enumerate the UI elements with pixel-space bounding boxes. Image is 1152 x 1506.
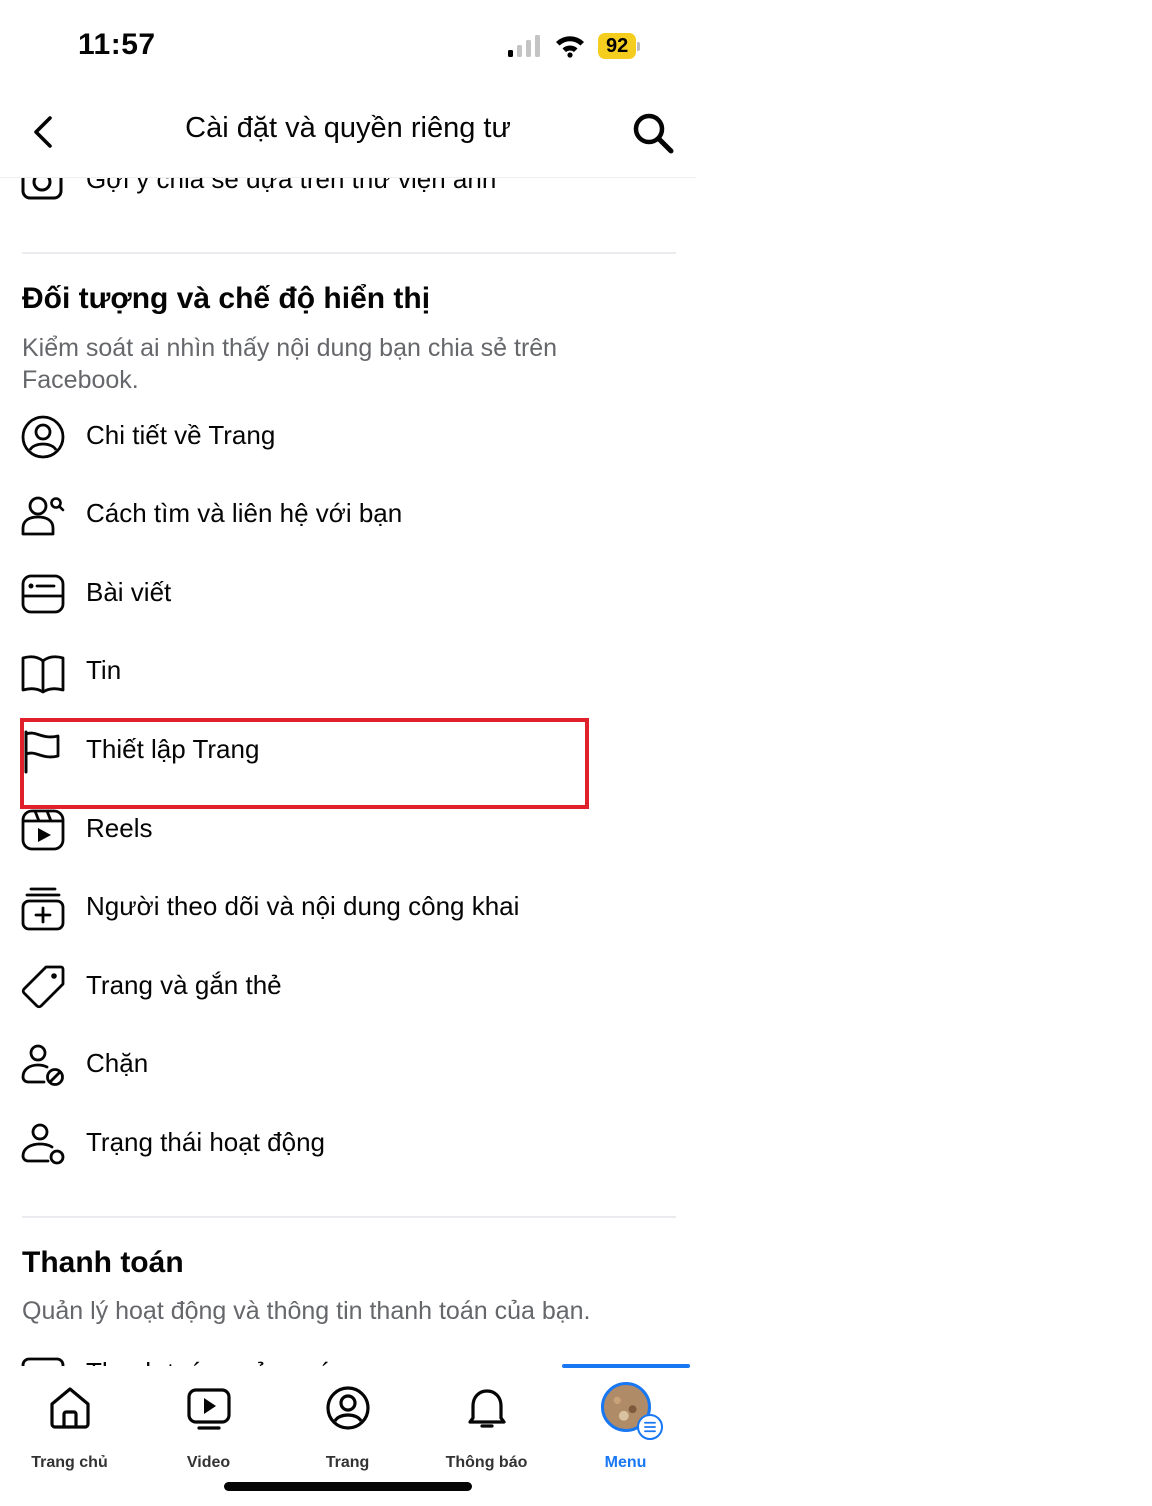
status-bar: 11:57 92 xyxy=(0,0,696,90)
settings-item-page-details[interactable]: Chi tiết về Trang xyxy=(0,400,696,470)
tab-label: Trang xyxy=(325,1454,370,1471)
status-icons: 92 xyxy=(506,30,641,62)
settings-item-active-status[interactable]: Trạng thái hoạt động xyxy=(0,1107,696,1177)
tab-label: Thông báo xyxy=(445,1454,528,1471)
settings-item-stories[interactable]: Tin xyxy=(0,635,696,705)
tab-video[interactable]: Video xyxy=(139,1380,278,1480)
settings-item-label: Chi tiết về Trang xyxy=(86,420,276,450)
settings-item-find-contact[interactable]: Cách tìm và liên hệ với bạn xyxy=(0,478,696,548)
status-time: 11:57 xyxy=(78,28,156,61)
navigation-bar: Cài đặt và quyền riêng tư xyxy=(0,90,696,178)
section-description: Kiểm soát ai nhìn thấy nội dung bạn chia… xyxy=(22,334,558,394)
tag-icon xyxy=(21,965,65,1009)
home-indicator[interactable] xyxy=(224,1482,472,1491)
battery-tip xyxy=(637,41,641,51)
settings-item-blocking[interactable]: Chặn xyxy=(0,1028,696,1098)
cellular-signal-icon xyxy=(508,35,540,57)
profile-icon xyxy=(326,1386,370,1430)
settings-item-label: Bài viết xyxy=(86,577,172,607)
settings-item-posts[interactable]: Bài viết xyxy=(0,557,696,627)
settings-item-label: Reels xyxy=(86,813,153,843)
video-icon xyxy=(187,1388,231,1430)
book-icon xyxy=(21,655,65,694)
tab-label: Trang chủ xyxy=(31,1454,108,1471)
page-title: Cài đặt và quyền riêng tư xyxy=(185,112,511,144)
settings-item-label: Cách tìm và liên hệ với bạn xyxy=(86,498,403,528)
battery-indicator: 92 xyxy=(598,33,641,59)
menu-lines-icon xyxy=(637,1414,663,1440)
settings-item-label: Trang và gắn thẻ xyxy=(86,970,282,1000)
post-card-icon xyxy=(21,574,65,614)
add-card-icon xyxy=(21,887,65,931)
home-icon xyxy=(50,1387,90,1429)
tab-home[interactable]: Trang chủ xyxy=(0,1380,139,1480)
tab-label: Menu xyxy=(604,1454,647,1471)
wifi-icon xyxy=(556,36,584,58)
section-title: Đối tượng và chế độ hiển thị xyxy=(22,282,431,315)
settings-item-label: Tin xyxy=(86,655,122,685)
section-description: Quản lý hoạt động và thông tin thanh toá… xyxy=(22,1297,591,1325)
section-divider xyxy=(22,1216,676,1218)
settings-item-followers[interactable]: Người theo dõi và nội dung công khai xyxy=(0,871,696,941)
tab-notifications[interactable]: Thông báo xyxy=(417,1380,556,1480)
settings-item-label: Trạng thái hoạt động xyxy=(86,1127,325,1157)
reels-icon xyxy=(21,809,65,851)
tab-label: Video xyxy=(186,1454,231,1471)
battery-level: 92 xyxy=(598,33,637,59)
phone-screen: 11:57 92 Cài đặt và quyền riêng tư Gợi ý… xyxy=(0,0,696,1506)
block-person-icon xyxy=(21,1044,64,1086)
settings-item-ad-payments[interactable]: Thanh toán quảng cáo xyxy=(0,1337,696,1366)
active-tab-indicator xyxy=(562,1364,690,1368)
section-title: Thanh toán xyxy=(22,1246,184,1279)
settings-item-label: Chặn xyxy=(86,1048,149,1078)
highlight-annotation xyxy=(20,718,589,809)
person-search-icon xyxy=(21,496,65,536)
tab-pages[interactable]: Trang xyxy=(278,1380,417,1480)
tab-menu[interactable]: Menu xyxy=(556,1380,695,1480)
settings-item-label: Thanh toán quảng cáo xyxy=(86,1357,346,1366)
bell-icon xyxy=(468,1389,506,1428)
search-icon[interactable] xyxy=(628,108,678,158)
section-divider xyxy=(22,252,676,254)
profile-circle-icon xyxy=(21,415,65,459)
settings-item-label: Người theo dõi và nội dung công khai xyxy=(86,891,520,921)
card-icon xyxy=(21,1357,65,1366)
active-status-icon xyxy=(21,1123,65,1165)
settings-item-tagging[interactable]: Trang và gắn thẻ xyxy=(0,950,696,1020)
